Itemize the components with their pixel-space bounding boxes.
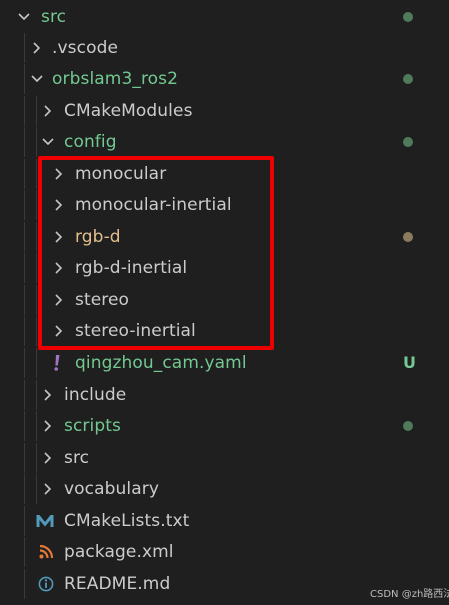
indent-guide	[36, 127, 37, 157]
tree-item-label: .vscode	[52, 38, 119, 58]
indent-guide	[36, 443, 37, 473]
yaml-exclamation-icon	[46, 348, 68, 378]
indent-guide	[36, 474, 37, 504]
indent-guide	[24, 190, 25, 220]
tree-folder-src[interactable]: src	[0, 2, 449, 32]
indent-guide	[24, 380, 25, 410]
indent-guide	[24, 64, 25, 94]
chevron-right-icon[interactable]	[38, 411, 58, 441]
tree-item-label: qingzhou_cam.yaml	[75, 353, 247, 373]
git-change-dot	[403, 137, 413, 147]
tree-item-label: orbslam3_ros2	[52, 69, 179, 89]
tree-item-label: include	[64, 385, 127, 405]
git-untracked-badge: U	[403, 353, 416, 372]
git-change-dot	[403, 421, 413, 431]
tree-folder-monocular-inertial[interactable]: monocular-inertial	[0, 190, 449, 220]
chevron-down-icon[interactable]	[14, 2, 34, 32]
indent-guide	[24, 96, 25, 126]
tree-folder-vocabulary[interactable]: vocabulary	[0, 474, 449, 504]
tree-folder-cmakemodules[interactable]: CMakeModules	[0, 96, 449, 126]
indent-guide	[24, 159, 25, 189]
indent-guide	[24, 348, 25, 378]
tree-item-label: monocular	[75, 164, 167, 184]
indent-guide	[24, 222, 25, 252]
chevron-right-icon[interactable]	[49, 253, 69, 283]
chevron-right-icon[interactable]	[38, 443, 58, 473]
indent-guide	[36, 159, 37, 189]
tree-folder-vscode[interactable]: .vscode	[0, 33, 449, 63]
tree-item-label: config	[64, 132, 117, 152]
tree-folder-rgb-d-inertial[interactable]: rgb-d-inertial	[0, 253, 449, 283]
tree-folder-scripts[interactable]: scripts	[0, 411, 449, 441]
tree-item-label: CMakeModules	[64, 101, 193, 121]
tree-item-label: stereo	[75, 290, 130, 310]
git-change-dot	[403, 74, 413, 84]
indent-guide	[36, 222, 37, 252]
indent-guide	[24, 537, 25, 567]
indent-guide	[36, 348, 37, 378]
chevron-right-icon[interactable]	[49, 222, 69, 252]
tree-item-label: rgb-d	[75, 227, 121, 247]
indent-guide	[36, 253, 37, 283]
chevron-right-icon[interactable]	[38, 474, 58, 504]
tree-folder-src-inner[interactable]: src	[0, 443, 449, 473]
indent-guide	[24, 33, 25, 63]
tree-file-package-xml[interactable]: package.xml	[0, 537, 449, 567]
tree-file-cmakelists[interactable]: CMakeLists.txt	[0, 506, 449, 536]
chevron-down-icon[interactable]	[38, 127, 58, 157]
tree-item-label: stereo-inertial	[75, 321, 196, 341]
tree-folder-stereo[interactable]: stereo	[0, 285, 449, 315]
indent-guide	[24, 127, 25, 157]
indent-guide	[36, 285, 37, 315]
indent-guide	[36, 96, 37, 126]
tree-folder-orbslam3-ros2[interactable]: orbslam3_ros2	[0, 64, 449, 94]
rss-icon	[35, 537, 57, 567]
indent-guide	[24, 411, 25, 441]
chevron-right-icon[interactable]	[38, 380, 58, 410]
git-change-dot	[403, 232, 413, 242]
tree-item-label: rgb-d-inertial	[75, 258, 188, 278]
watermark: CSDN @zh路西法	[370, 589, 449, 600]
chevron-right-icon[interactable]	[49, 316, 69, 346]
tree-folder-stereo-inertial[interactable]: stereo-inertial	[0, 316, 449, 346]
info-icon	[35, 569, 57, 599]
chevron-right-icon[interactable]	[49, 159, 69, 189]
tree-item-label: monocular-inertial	[75, 195, 232, 215]
tree-item-label: CMakeLists.txt	[64, 511, 190, 531]
tree-item-label: src	[41, 7, 67, 27]
indent-guide	[24, 253, 25, 283]
git-change-dot	[403, 12, 413, 22]
indent-guide	[24, 443, 25, 473]
indent-guide	[24, 285, 25, 315]
chevron-down-icon[interactable]	[27, 64, 47, 94]
tree-folder-rgb-d[interactable]: rgb-d	[0, 222, 449, 252]
tree-item-label: package.xml	[64, 542, 174, 562]
indent-guide	[36, 316, 37, 346]
chevron-right-icon[interactable]	[38, 96, 58, 126]
tree-item-label: src	[64, 448, 90, 468]
chevron-right-icon[interactable]	[27, 33, 47, 63]
tree-folder-config[interactable]: config	[0, 127, 449, 157]
indent-guide	[36, 411, 37, 441]
tree-folder-include[interactable]: include	[0, 380, 449, 410]
indent-guide	[36, 380, 37, 410]
tree-item-label: scripts	[64, 416, 121, 436]
tree-item-label: vocabulary	[64, 479, 159, 499]
indent-guide	[36, 190, 37, 220]
chevron-right-icon[interactable]	[49, 190, 69, 220]
indent-guide	[24, 506, 25, 536]
tree-file-qingzhou-cam-yaml[interactable]: qingzhou_cam.yaml U	[0, 348, 449, 378]
tree-item-label: README.md	[64, 574, 171, 594]
cmake-m-icon	[34, 506, 56, 536]
indent-guide	[24, 569, 25, 599]
indent-guide	[24, 316, 25, 346]
tree-folder-monocular[interactable]: monocular	[0, 159, 449, 189]
chevron-right-icon[interactable]	[49, 285, 69, 315]
indent-guide	[24, 474, 25, 504]
